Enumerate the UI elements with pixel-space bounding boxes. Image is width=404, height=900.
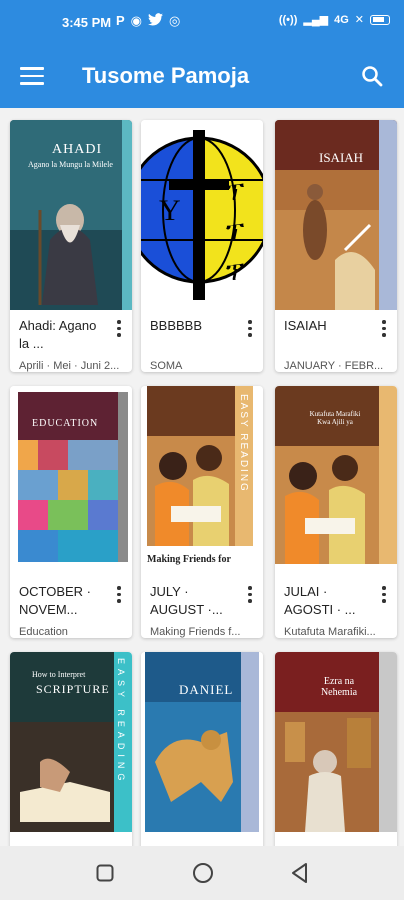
cover-side-text: EASY READING — [116, 658, 126, 786]
book-card[interactable]: Kutafuta Marafiki Kwa Ajili ya JULAI · A… — [275, 386, 397, 638]
book-cover: DANIEL — [141, 652, 263, 842]
book-title: JULY · AUGUST ·... — [150, 584, 223, 617]
book-card[interactable]: How to Interpret SCRIPTURE EASY READING — [10, 652, 132, 846]
cover-title: EDUCATION — [32, 418, 99, 429]
cover-side-text: EASY READING — [238, 394, 249, 493]
system-nav-bar — [0, 846, 404, 900]
notification-icons: P ◉ ◎ — [116, 13, 180, 29]
book-cover: ISAIAH — [275, 120, 397, 310]
system-status-icons: ((•)) ▂▄▆ 4G ✕ — [279, 13, 390, 26]
status-time: 3:45 PM — [62, 15, 112, 30]
hotspot-icon: ((•)) — [278, 13, 298, 26]
book-subtitle: SOMA — [150, 360, 183, 372]
cover-title: ISAIAH — [319, 150, 364, 165]
more-options-icon[interactable] — [377, 320, 391, 338]
cover-title: SCRIPTURE — [36, 682, 110, 696]
cover-subtitle: How to Interpret — [32, 670, 86, 679]
book-card[interactable]: ፕ ፕ ፕ Y BBBBBB SOMA — [141, 120, 263, 372]
book-subtitle: Education — [19, 626, 68, 638]
svg-text:ፕ: ፕ — [226, 177, 245, 206]
more-options-icon[interactable] — [243, 320, 257, 338]
book-card[interactable]: Ezra na Nehemia — [275, 652, 397, 846]
cover-title: Making Friends for — [147, 554, 231, 565]
app-bar: Tusome Pamoja — [0, 46, 404, 108]
book-card[interactable]: EASY READING Making Friends for JULY · A… — [141, 386, 263, 638]
book-title: ISAIAH — [284, 318, 327, 333]
cover-title: Ezra na Nehemia — [320, 676, 358, 698]
recents-square-icon[interactable] — [96, 864, 114, 887]
search-icon[interactable] — [360, 64, 384, 88]
pinterest-outline-icon: ◎ — [169, 13, 181, 28]
book-title: JULAI · AGOSTI · ... — [284, 584, 356, 617]
svg-text:ፕ: ፕ — [226, 217, 245, 246]
more-options-icon[interactable] — [112, 320, 126, 338]
book-card[interactable]: DANIEL — [141, 652, 263, 846]
battery-icon — [370, 14, 390, 25]
wifi-off-icon: ✕ — [354, 14, 364, 26]
book-subtitle: Kutafuta Marafiki... — [284, 626, 376, 638]
status-bar: 3:45 PM P ◉ ◎ ((•)) ▂▄▆ 4G ✕ — [0, 0, 404, 46]
book-card[interactable]: ISAIAH ISAIAH JANUARY · FEBR... — [275, 120, 397, 372]
svg-text:ፕ: ፕ — [226, 257, 245, 286]
home-circle-icon[interactable] — [192, 862, 214, 889]
book-title: BBBBBB — [150, 318, 203, 333]
book-title: OCTOBER · NOVEM... — [19, 584, 91, 617]
book-cover: EASY READING Making Friends for — [141, 386, 263, 576]
book-cover: Kutafuta Marafiki Kwa Ajili ya — [275, 386, 397, 576]
book-cover: How to Interpret SCRIPTURE EASY READING — [10, 652, 132, 842]
more-options-icon[interactable] — [112, 586, 126, 604]
book-subtitle: Aprili · Mei · Juni 2... — [19, 360, 120, 372]
book-cover: ፕ ፕ ፕ Y — [141, 120, 263, 310]
more-options-icon[interactable] — [243, 586, 257, 604]
book-card[interactable]: EDUCATION OCTOBER · NOVEM... Education — [10, 386, 132, 638]
back-triangle-icon[interactable] — [290, 862, 310, 889]
cover-title: DANIEL — [179, 682, 234, 697]
book-subtitle: JANUARY · FEBR... — [284, 360, 384, 372]
book-grid: AHADI Agano la Mungu la Milele Ahadi: Ag… — [0, 108, 404, 846]
cover-title: AHADI — [52, 142, 103, 157]
pinterest-icon: P — [116, 13, 125, 28]
book-title: Ahadi: Agano la ... — [19, 318, 97, 351]
app-title: Tusome Pamoja — [82, 63, 250, 88]
hamburger-menu-icon[interactable] — [20, 67, 44, 87]
book-card[interactable]: AHADI Agano la Mungu la Milele Ahadi: Ag… — [10, 120, 132, 372]
signal-icon: ▂▄▆ — [303, 14, 329, 26]
cover-subtitle: Agano la Mungu la Milele — [28, 160, 113, 169]
chrome-icon: ◉ — [130, 13, 143, 28]
book-cover: AHADI Agano la Mungu la Milele — [10, 120, 132, 310]
twitter-icon — [148, 13, 164, 29]
cover-title: Kutafuta Marafiki Kwa Ajili ya — [309, 410, 361, 426]
svg-text:Y: Y — [159, 194, 181, 227]
book-subtitle: Making Friends f... — [150, 626, 241, 638]
book-cover: EDUCATION — [10, 386, 132, 576]
network-type-icon: 4G — [334, 13, 349, 26]
more-options-icon[interactable] — [377, 586, 391, 604]
book-cover: Ezra na Nehemia — [275, 652, 397, 842]
